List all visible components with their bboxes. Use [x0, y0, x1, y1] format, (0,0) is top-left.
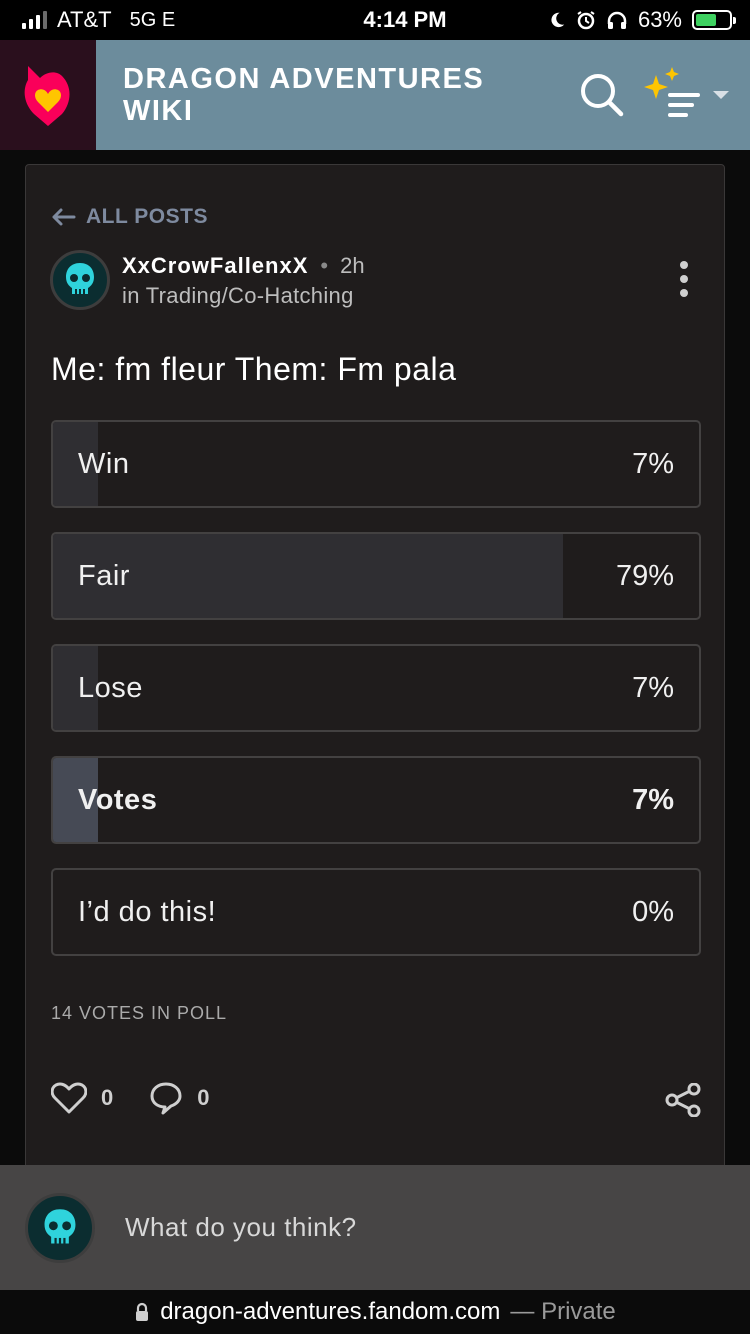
- poll-option-label: Win: [78, 448, 130, 480]
- avatar[interactable]: [25, 1192, 95, 1263]
- poll-option-label: Lose: [78, 672, 143, 704]
- wiki-title[interactable]: DRAGON ADVENTURES WIKI: [123, 63, 543, 127]
- poll-option-percent: 0%: [632, 896, 674, 928]
- search-icon[interactable]: [578, 71, 626, 119]
- comment-icon: [150, 1082, 182, 1115]
- status-time: 4:14 PM: [363, 7, 447, 32]
- moon-icon: [551, 12, 565, 28]
- poll-option-percent: 7%: [632, 672, 674, 704]
- reply-bar: What do you think?: [0, 1165, 750, 1290]
- status-bar: AT&T 5G E 4:14 PM 63%: [0, 0, 750, 40]
- battery-percent: 63%: [637, 7, 682, 32]
- heart-icon: [51, 1082, 87, 1114]
- separator-dot: •: [320, 253, 329, 278]
- chevron-down-icon[interactable]: [712, 89, 730, 101]
- reply-input[interactable]: What do you think?: [125, 1212, 357, 1243]
- poll-option[interactable]: Lose 7%: [51, 644, 701, 732]
- post-category[interactable]: in Trading/Co-Hatching: [122, 283, 365, 309]
- poll-option-label: I’d do this!: [78, 896, 217, 928]
- carrier-label: AT&T: [57, 7, 112, 32]
- all-posts-label: ALL POSTS: [86, 205, 208, 228]
- url-bar[interactable]: dragon-adventures.fandom.com — Private: [0, 1290, 750, 1334]
- url-domain: dragon-adventures.fandom.com: [160, 1298, 501, 1325]
- poll-option-percent: 79%: [615, 560, 674, 592]
- poll-option[interactable]: Votes 7%: [51, 756, 701, 844]
- comment-button[interactable]: 0: [149, 1081, 210, 1115]
- post-time: 2h: [340, 253, 365, 278]
- post-title: Me: fm fleur Them: Fm pala: [51, 351, 457, 387]
- like-button[interactable]: 0: [51, 1082, 113, 1114]
- like-count: 0: [101, 1085, 114, 1110]
- poll-option[interactable]: Fair 79%: [51, 532, 701, 620]
- post-card: ALL POSTS XxCrowFallenxX • 2h in Trading…: [25, 164, 725, 1174]
- avatar[interactable]: [50, 250, 110, 310]
- arrow-left-icon: [52, 208, 76, 226]
- vote-count: 14 VOTES IN POLL: [51, 1003, 228, 1023]
- more-options-icon[interactable]: [680, 261, 688, 297]
- skull-icon: [66, 263, 94, 294]
- url-private-label: — Private: [510, 1298, 616, 1325]
- author-name[interactable]: XxCrowFallenxX: [122, 253, 308, 279]
- signal-icon: [22, 11, 47, 29]
- comment-count: 0: [197, 1085, 210, 1110]
- poll-option[interactable]: I’d do this! 0%: [51, 868, 701, 956]
- poll-option-label: Fair: [78, 560, 130, 592]
- wiki-header: DRAGON ADVENTURES WIKI: [0, 40, 750, 150]
- fandom-logo[interactable]: [0, 40, 96, 150]
- poll-option-percent: 7%: [632, 448, 674, 480]
- sparkle-menu-icon[interactable]: [642, 65, 730, 125]
- poll-option[interactable]: Win 7%: [51, 420, 701, 508]
- headphones-icon: [607, 11, 627, 29]
- poll-option-label: Votes: [78, 784, 158, 816]
- poll: Win 7% Fair 79% Lose 7% Votes 7% I’d do …: [51, 420, 701, 980]
- battery-icon: [692, 10, 736, 30]
- skull-icon: [44, 1208, 76, 1243]
- network-label: 5G E: [129, 8, 176, 31]
- alarm-icon: [577, 11, 595, 30]
- all-posts-link[interactable]: ALL POSTS: [50, 205, 208, 229]
- share-icon[interactable]: [664, 1083, 702, 1117]
- poll-option-percent: 7%: [632, 784, 674, 816]
- lock-icon: [136, 1302, 149, 1321]
